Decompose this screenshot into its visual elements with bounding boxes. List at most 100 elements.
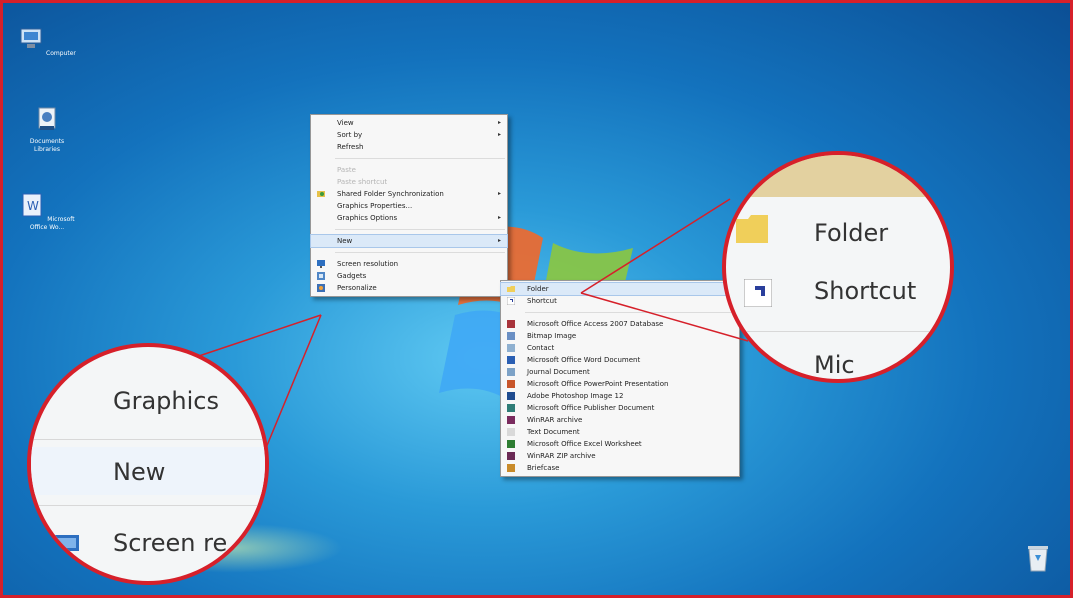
winrar-zip-icon — [507, 452, 515, 460]
menu-item-label: Paste — [337, 166, 356, 174]
winrar-icon — [507, 416, 515, 424]
menu-item-label: Briefcase — [527, 464, 560, 472]
menu-item-refresh[interactable]: Refresh — [311, 141, 507, 153]
menu-item-label: Contact — [527, 344, 555, 352]
shortcut-icon — [744, 279, 772, 307]
submenu-arrow-icon: ▸ — [497, 214, 501, 221]
menu-item-label: Journal Document — [527, 368, 590, 376]
access-icon — [507, 320, 515, 328]
menu-item-graphics-options[interactable]: Graphics Options ▸ — [311, 212, 507, 224]
briefcase-icon — [507, 464, 515, 472]
menu-item-label: Gadgets — [337, 272, 367, 280]
gadgets-icon — [317, 272, 325, 280]
zoom-label-shortcut: Shortcut — [814, 277, 917, 305]
menu-item-label: Text Document — [527, 428, 580, 436]
menu-item-label: WinRAR ZIP archive — [527, 452, 596, 460]
submenu-item[interactable]: Microsoft Office Word Document — [501, 354, 739, 366]
menu-item-label: Graphics Properties... — [337, 202, 413, 210]
desktop-context-menu: View ▸ Sort by ▸ Refresh Paste Paste sho… — [310, 114, 508, 297]
new-submenu: Folder Shortcut Microsoft Office Access … — [500, 280, 740, 477]
menu-item-label: Microsoft Office Word Document — [527, 356, 641, 364]
desktop-icon-computer[interactable]: Computer — [17, 25, 77, 58]
desktop-icon-label: Documents Libraries — [29, 138, 65, 153]
menu-item-label: Microsoft Office Access 2007 Database — [527, 320, 664, 328]
menu-item-sort-by[interactable]: Sort by ▸ — [311, 129, 507, 141]
screen-resolution-icon — [317, 260, 325, 268]
excel-icon — [507, 440, 515, 448]
menu-separator — [525, 312, 737, 313]
submenu-item[interactable]: WinRAR ZIP archive — [501, 450, 739, 462]
zoom-label-microsoft: Mic — [814, 351, 855, 379]
submenu-item[interactable]: Microsoft Office Excel Worksheet — [501, 438, 739, 450]
menu-separator — [335, 158, 505, 159]
zoom-wallpaper-strip — [726, 155, 950, 197]
svg-text:W: W — [27, 199, 39, 213]
menu-item-label: Bitmap Image — [527, 332, 577, 340]
menu-item-screen-resolution[interactable]: Screen resolution — [311, 258, 507, 270]
menu-item-personalize[interactable]: Personalize — [311, 282, 507, 294]
recycle-bin-icon[interactable] — [1026, 543, 1050, 573]
desktop-icon-documents[interactable]: Documents Libraries — [17, 105, 77, 154]
submenu-item[interactable]: Adobe Photoshop Image 12 — [501, 390, 739, 402]
submenu-item-shortcut[interactable]: Shortcut — [501, 295, 739, 307]
screenshot-frame: Computer Documents Libraries W Microsoft… — [0, 0, 1073, 598]
menu-item-new[interactable]: New ▸ — [310, 234, 508, 248]
submenu-item[interactable]: WinRAR archive — [501, 414, 739, 426]
menu-item-label: Microsoft Office Excel Worksheet — [527, 440, 642, 448]
publisher-icon — [507, 404, 515, 412]
menu-item-paste-shortcut: Paste shortcut — [311, 176, 507, 188]
menu-item-label: Personalize — [337, 284, 377, 292]
zoom-separator — [31, 439, 265, 440]
menu-item-label: Folder — [527, 285, 549, 293]
menu-item-label: New — [337, 237, 353, 245]
desktop-icon-office-word[interactable]: W Microsoft Office Wo... — [17, 191, 77, 232]
menu-item-label: Sort by — [337, 131, 363, 139]
submenu-arrow-icon: ▸ — [497, 119, 501, 126]
folder-icon — [507, 286, 515, 292]
word-icon — [507, 356, 515, 364]
magnifier-left: Graphics New Screen re — [27, 343, 269, 585]
menu-item-view[interactable]: View ▸ — [311, 117, 507, 129]
menu-item-graphics-properties[interactable]: Graphics Properties... — [311, 200, 507, 212]
zoom-separator — [726, 331, 950, 332]
menu-item-gadgets[interactable]: Gadgets — [311, 270, 507, 282]
submenu-item[interactable]: Briefcase — [501, 462, 739, 474]
magnifier-right: Folder Shortcut Mic — [722, 151, 954, 383]
submenu-arrow-icon: ▸ — [497, 131, 501, 138]
desktop-icon-label: Computer — [46, 50, 76, 57]
new-file-type-list: Microsoft Office Access 2007 Database Bit… — [501, 318, 739, 474]
zoom-separator — [31, 505, 265, 506]
zoom-label-folder: Folder — [814, 219, 889, 247]
submenu-item-folder[interactable]: Folder — [500, 282, 740, 296]
submenu-item[interactable]: Journal Document — [501, 366, 739, 378]
menu-item-label: Shared Folder Synchronization — [337, 190, 444, 198]
zoom-label-new: New — [113, 458, 166, 486]
menu-separator — [335, 229, 505, 230]
personalize-icon — [317, 284, 325, 292]
menu-item-label: Graphics Options — [337, 214, 398, 222]
zoom-label-graphics: Graphics — [113, 387, 219, 415]
text-document-icon — [507, 428, 515, 436]
submenu-item[interactable]: Microsoft Office Publisher Document — [501, 402, 739, 414]
bitmap-icon — [507, 332, 515, 340]
submenu-item[interactable]: Bitmap Image — [501, 330, 739, 342]
menu-item-label: Adobe Photoshop Image 12 — [527, 392, 624, 400]
menu-item-label: View — [337, 119, 354, 127]
submenu-item[interactable]: Contact — [501, 342, 739, 354]
submenu-arrow-icon: ▸ — [497, 237, 501, 244]
contact-icon — [507, 344, 515, 352]
menu-item-paste: Paste — [311, 164, 507, 176]
menu-item-label: Screen resolution — [337, 260, 399, 268]
folder-icon — [736, 215, 768, 243]
submenu-item[interactable]: Text Document — [501, 426, 739, 438]
menu-item-label: Refresh — [337, 143, 364, 151]
menu-item-shared-folder-sync[interactable]: Shared Folder Synchronization ▸ — [311, 188, 507, 200]
submenu-arrow-icon: ▸ — [497, 190, 501, 197]
computer-icon — [20, 28, 42, 48]
menu-item-label: Paste shortcut — [337, 178, 388, 186]
menu-item-label: WinRAR archive — [527, 416, 583, 424]
submenu-item[interactable]: Microsoft Office PowerPoint Presentation — [501, 378, 739, 390]
submenu-item[interactable]: Microsoft Office Access 2007 Database — [501, 318, 739, 330]
photoshop-icon — [507, 392, 515, 400]
screen-resolution-icon — [53, 535, 79, 556]
